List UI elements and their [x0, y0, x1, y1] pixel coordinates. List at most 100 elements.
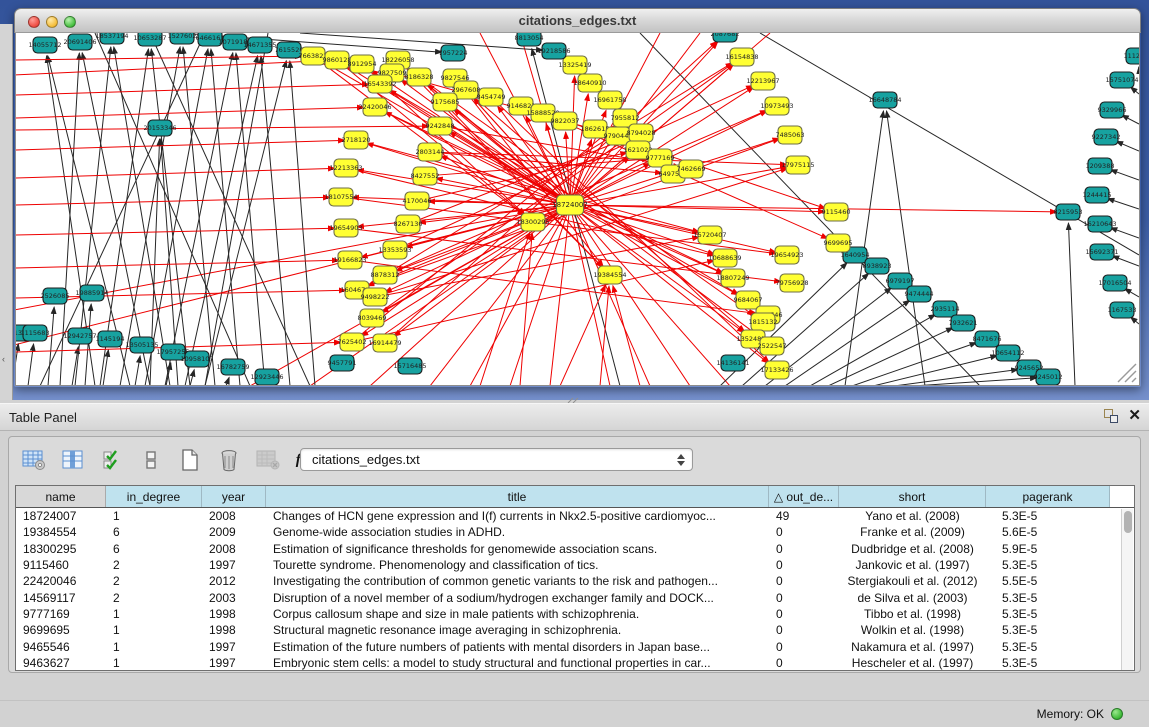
column-header-short[interactable]: short [839, 486, 986, 507]
graph-node[interactable]: 19654923 [770, 246, 803, 264]
column-header-in_degree[interactable]: in_degree [106, 486, 202, 507]
graph-node[interactable]: 18107554 [324, 188, 357, 206]
network-canvas[interactable]: 1405571220691406185371941065328715276026… [15, 33, 1140, 386]
delete-table-icon[interactable] [255, 447, 281, 473]
graph-node[interactable]: 2087682 [711, 33, 740, 42]
graph-node[interactable]: 13505135 [125, 337, 158, 353]
graph-node[interactable]: 14136141 [716, 355, 749, 371]
graph-node[interactable]: 1815132 [749, 313, 778, 331]
table-row[interactable]: 946554611997Estimation of the future num… [16, 638, 1134, 654]
collapse-arrow-icon[interactable]: ‹ [2, 354, 5, 364]
graph-node[interactable]: 16782759 [216, 359, 249, 375]
graph-node[interactable]: 19654903 [329, 219, 362, 237]
graph-node[interactable]: 9175685 [431, 93, 460, 111]
column-visibility-icon[interactable] [60, 447, 86, 473]
rows-icon[interactable] [138, 447, 164, 473]
graph-node[interactable]: 18724007 [552, 195, 588, 215]
graph-node[interactable]: 20153346 [143, 120, 176, 136]
graph-node[interactable]: 16154838 [725, 48, 758, 66]
graph-node[interactable]: 16961758 [593, 91, 626, 109]
graph-node[interactable]: 8938923 [863, 258, 892, 274]
table-row[interactable]: 946362711997Embryonic stem cells: a mode… [16, 655, 1134, 671]
graph-node[interactable]: 7625402 [338, 333, 367, 351]
graph-node[interactable]: 1209388 [1086, 158, 1115, 174]
graph-node[interactable]: 10973493 [760, 97, 793, 115]
graph-node[interactable]: 19384554 [593, 266, 626, 284]
graph-node[interactable]: 1145194 [96, 331, 125, 347]
graph-node[interactable]: 17975115 [781, 156, 814, 174]
minimize-window-button[interactable] [46, 16, 58, 28]
graph-node[interactable]: 16648784 [868, 92, 901, 108]
graph-node[interactable]: 7462669 [677, 160, 706, 178]
table-row[interactable]: 911546021997Tourette syndrome. Phenomeno… [16, 557, 1134, 573]
graph-node[interactable]: 8878312 [371, 266, 400, 284]
graph-node[interactable]: 8267130 [394, 215, 423, 233]
close-icon[interactable]: ✕ [1128, 409, 1141, 423]
graph-node[interactable]: 1527602 [168, 33, 197, 44]
graph-node[interactable]: 8215953 [1054, 204, 1083, 220]
graph-node[interactable]: 18640910 [573, 74, 606, 92]
float-panel-icon[interactable] [1104, 409, 1118, 423]
graph-node[interactable]: 12942757 [63, 328, 96, 344]
network-window[interactable]: citations_edges.txt 14055712206914061853… [14, 8, 1141, 387]
table-scrollbar[interactable] [1121, 509, 1133, 671]
graph-node[interactable]: 2526085 [41, 288, 70, 304]
graph-node[interactable]: 9474444 [905, 286, 934, 302]
graph-node[interactable]: 19218586 [537, 43, 570, 59]
graph-node[interactable]: 8186328 [405, 68, 434, 86]
graph-node[interactable]: 15716485 [393, 358, 426, 374]
graph-node[interactable]: 19885914 [75, 285, 108, 301]
graph-node[interactable]: 17016504 [1098, 275, 1131, 291]
graph-node[interactable]: 2803144 [416, 143, 445, 161]
graph-node[interactable]: 10653287 [133, 33, 166, 46]
graph-node[interactable]: 9329966 [1098, 102, 1127, 118]
column-header-name[interactable]: name [16, 486, 106, 507]
graph-node[interactable]: 18300295 [516, 213, 549, 231]
table-row[interactable]: 2242004622012Investigating the contribut… [16, 573, 1134, 589]
citation-network-graph[interactable]: 1405571220691406185371941065328715276026… [16, 33, 1140, 386]
graph-node[interactable]: 12213967 [746, 72, 779, 90]
graph-node[interactable]: 14671355 [243, 37, 276, 53]
graph-node[interactable]: 9699695 [824, 234, 853, 252]
table-row[interactable]: 1456911722003Disruption of a novel membe… [16, 589, 1134, 605]
column-header-pagerank[interactable]: pagerank [986, 486, 1110, 507]
graph-node[interactable]: 15692371 [1085, 244, 1118, 260]
table-panel-titlebar[interactable]: Table Panel ✕ [0, 403, 1149, 431]
graph-node[interactable]: 7957224 [439, 45, 468, 61]
control-panel-gutter[interactable]: ‹ [0, 24, 13, 400]
graph-node[interactable]: 79756928 [775, 274, 808, 292]
column-header-year[interactable]: year [202, 486, 266, 507]
graph-node[interactable]: 9822037 [551, 112, 580, 130]
table-selector-dropdown[interactable]: citations_edges.txt [300, 448, 693, 471]
graph-node[interactable]: 16543392 [363, 75, 396, 93]
graph-node[interactable]: 2522547 [758, 337, 787, 355]
graph-node[interactable]: 12213363 [329, 159, 362, 177]
graph-node[interactable]: 9457791 [328, 355, 357, 371]
network-window-titlebar[interactable]: citations_edges.txt [14, 8, 1141, 33]
graph-node[interactable]: 8813054 [515, 33, 544, 46]
graph-node[interactable]: 13353593 [378, 241, 411, 259]
select-rows-icon[interactable] [99, 447, 125, 473]
delete-icon[interactable] [216, 447, 242, 473]
graph-node[interactable]: 9242848 [426, 117, 455, 135]
graph-node[interactable]: 16210643 [1083, 216, 1116, 232]
graph-node[interactable]: 12923446 [250, 369, 283, 385]
graph-node[interactable]: 10688639 [708, 249, 741, 267]
graph-node[interactable]: 8794028 [627, 124, 656, 142]
canvas-resize-grip[interactable] [1115, 361, 1137, 383]
graph-node[interactable]: 10958107 [180, 351, 213, 367]
new-file-icon[interactable] [177, 447, 203, 473]
graph-node[interactable]: 7932621 [949, 315, 978, 331]
graph-node[interactable]: 2718120 [342, 131, 371, 149]
graph-node[interactable]: 8039469 [358, 309, 387, 327]
table-row[interactable]: 1830029562008Estimation of significance … [16, 541, 1134, 557]
table-settings-icon[interactable] [21, 447, 47, 473]
graph-node[interactable]: 20691406 [63, 34, 96, 50]
graph-node[interactable]: 4170046 [403, 192, 432, 210]
graph-node[interactable]: 1244415 [1083, 187, 1112, 203]
graph-node[interactable]: 8454749 [477, 88, 506, 106]
graph-node[interactable]: 9777169 [646, 149, 675, 167]
graph-node[interactable]: 15751074 [1105, 72, 1138, 88]
column-header-out_de[interactable]: △ out_de... [769, 486, 839, 507]
graph-node[interactable]: 16914479 [368, 334, 401, 352]
